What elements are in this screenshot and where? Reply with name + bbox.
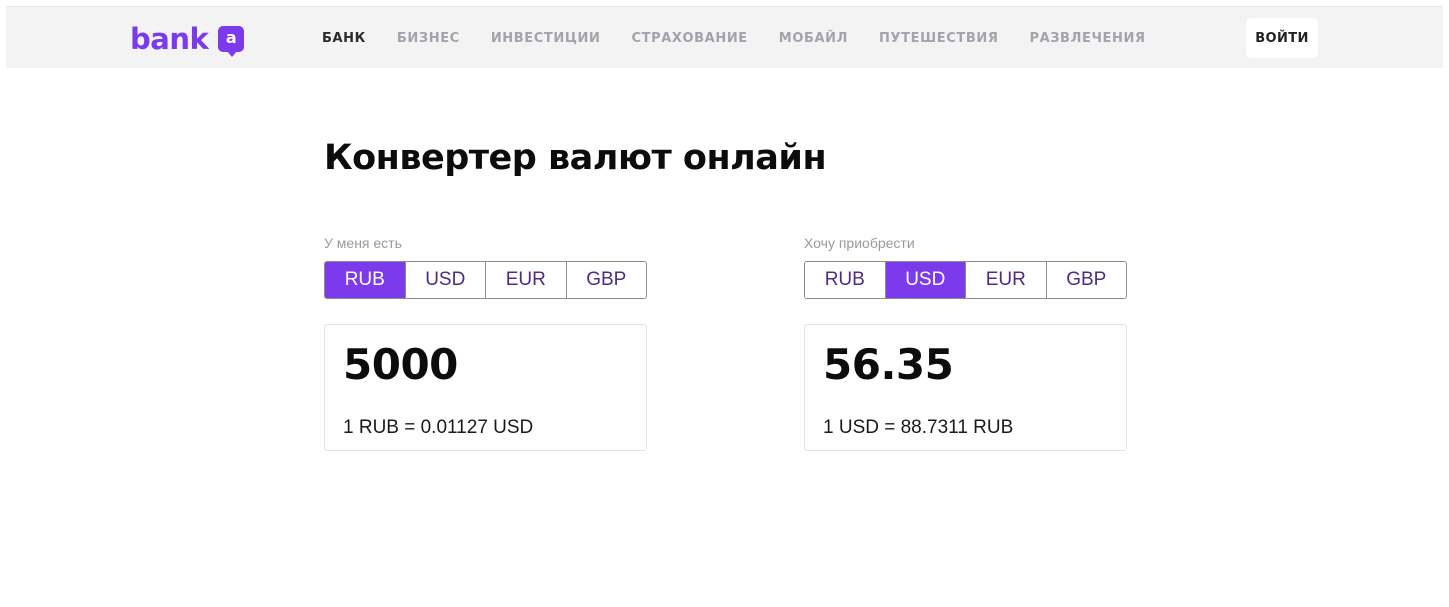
nav-item-mobile[interactable]: МОБАЙЛ bbox=[779, 31, 848, 46]
to-amount-box[interactable]: 56.35 1 USD = 88.7311 RUB bbox=[804, 324, 1127, 451]
converter-to-panel: Хочу приобрести RUB USD EUR GBP 56.35 1 … bbox=[804, 234, 1127, 451]
main-nav: БАНК БИЗНЕС ИНВЕСТИЦИИ СТРАХОВАНИЕ МОБАЙ… bbox=[322, 7, 1177, 69]
to-currency-gbp-button[interactable]: GBP bbox=[1046, 262, 1126, 298]
from-currency-eur-button[interactable]: EUR bbox=[486, 262, 567, 298]
to-currency-rub-button[interactable]: RUB bbox=[805, 262, 886, 298]
nav-item-entertainment[interactable]: РАЗВЛЕЧЕНИЯ bbox=[1029, 31, 1145, 46]
nav-item-travel[interactable]: ПУТЕШЕСТВИЯ bbox=[879, 31, 998, 46]
nav-item-bank[interactable]: БАНК bbox=[322, 31, 366, 46]
nav-item-investments[interactable]: ИНВЕСТИЦИИ bbox=[491, 31, 601, 46]
from-currency-rub-button[interactable]: RUB bbox=[325, 262, 406, 298]
nav-item-business[interactable]: БИЗНЕС bbox=[397, 31, 460, 46]
from-amount-input[interactable]: 5000 bbox=[343, 341, 458, 388]
from-amount-box[interactable]: 5000 1 RUB = 0.01127 USD bbox=[324, 324, 647, 451]
to-label: Хочу приобрести bbox=[804, 235, 915, 251]
to-currency-usd-button[interactable]: USD bbox=[885, 262, 966, 298]
from-currency-gbp-button[interactable]: GBP bbox=[566, 262, 646, 298]
from-label: У меня есть bbox=[324, 235, 402, 251]
converter-from-panel: У меня есть RUB USD EUR GBP 5000 1 RUB =… bbox=[324, 234, 647, 451]
logo-wordmark: bank bbox=[130, 21, 209, 56]
page-title: Конвертер валют онлайн bbox=[324, 138, 827, 178]
from-currency-selector: RUB USD EUR GBP bbox=[324, 261, 647, 299]
to-currency-selector: RUB USD EUR GBP bbox=[804, 261, 1127, 299]
to-currency-eur-button[interactable]: EUR bbox=[966, 262, 1047, 298]
nav-item-insurance[interactable]: СТРАХОВАНИЕ bbox=[632, 31, 748, 46]
to-rate-text: 1 USD = 88.7311 RUB bbox=[823, 417, 1014, 438]
login-button[interactable]: ВОЙТИ bbox=[1246, 18, 1318, 58]
logo-badge-icon: a bbox=[218, 26, 245, 57]
from-currency-usd-button[interactable]: USD bbox=[405, 262, 486, 298]
to-amount-input[interactable]: 56.35 bbox=[823, 341, 954, 388]
logo-badge-letter: a bbox=[225, 28, 237, 47]
bank-logo[interactable]: bank a bbox=[130, 21, 245, 57]
top-navigation-bar: bank a БАНК БИЗНЕС ИНВЕСТИЦИИ СТРАХОВАНИ… bbox=[6, 6, 1443, 68]
from-rate-text: 1 RUB = 0.01127 USD bbox=[343, 417, 534, 438]
